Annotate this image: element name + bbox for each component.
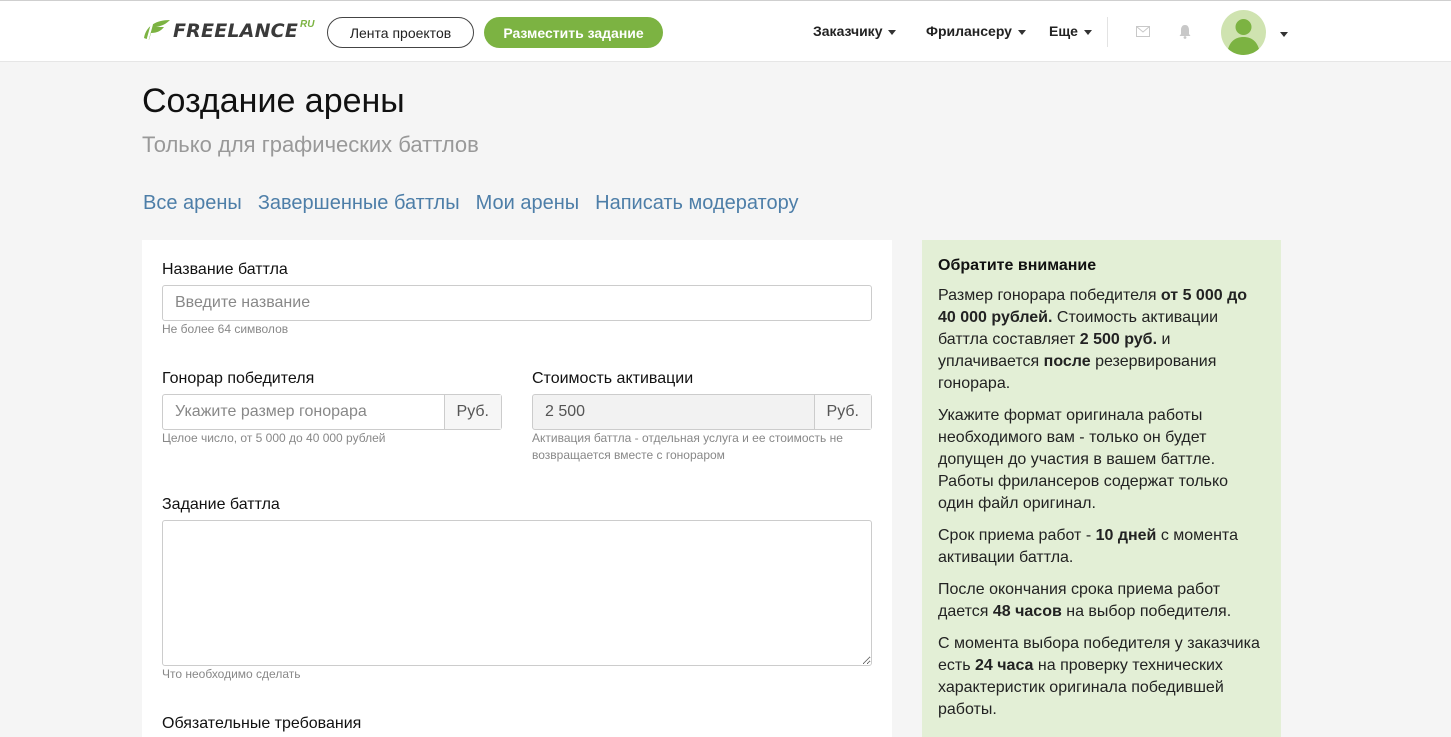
battle-task-textarea[interactable] (162, 520, 872, 666)
arena-tabs: Все арены Завершенные баттлы Мои арены Н… (143, 192, 815, 215)
winner-fee-hint: Целое число, от 5 000 до 40 000 рублей (162, 431, 386, 445)
notice-paragraph-deadline: Срок приема работ - 10 дней с момента ак… (938, 527, 1238, 566)
activation-cost-hint-2: возвращается вместе с гонораром (532, 448, 725, 462)
battle-name-field[interactable] (162, 285, 872, 321)
menu-freelancer[interactable]: Фрилансеру (926, 23, 1026, 39)
winner-fee-label: Гонорар победителя (162, 370, 315, 387)
page-title: Создание арены (142, 82, 405, 120)
bell-icon[interactable] (1178, 24, 1192, 39)
activation-cost-field: Руб. (532, 394, 872, 430)
notice-paragraph-check: С момента выбора победителя у заказчика … (938, 635, 1260, 718)
battle-name-hint: Не более 64 символов (162, 322, 289, 336)
chevron-down-icon (1083, 29, 1092, 35)
chevron-down-icon (888, 29, 897, 35)
tab-finished-battles[interactable]: Завершенные баттлы (258, 192, 460, 215)
notice-paragraph-fee: Размер гонорара победителя от 5 000 до 4… (938, 287, 1247, 392)
menu-freelancer-label: Фрилансеру (926, 23, 1012, 39)
battle-task-hint: Что необходимо сделать (162, 667, 301, 681)
top-header: FREELANCE RU Лента проектов Разместить з… (0, 0, 1451, 62)
battle-task-label: Задание баттла (162, 496, 280, 513)
menu-customer[interactable]: Заказчику (813, 23, 897, 39)
post-task-button[interactable]: Разместить задание (484, 17, 663, 48)
project-feed-button[interactable]: Лента проектов (327, 17, 474, 48)
requirements-label: Обязательные требования (162, 715, 362, 732)
page-subtitle: Только для графических баттлов (142, 132, 479, 157)
logo-text: FREELANCE (173, 20, 299, 42)
winner-fee-input[interactable] (163, 395, 444, 429)
battle-name-input[interactable] (163, 286, 871, 320)
activation-cost-hint-1: Активация баттла - отдельная услуга и ее… (532, 431, 843, 445)
logo-ru: RU (300, 18, 315, 30)
notice-paragraph-format: Укажите формат оригинала работы необходи… (938, 407, 1229, 512)
tab-my-arenas[interactable]: Мои арены (476, 192, 580, 215)
tab-write-moderator[interactable]: Написать модератору (595, 192, 798, 215)
avatar-chevron-down-icon[interactable] (1280, 32, 1288, 37)
menu-customer-label: Заказчику (813, 23, 883, 39)
activation-cost-input (533, 395, 814, 429)
fee-currency-addon: Руб. (443, 395, 501, 429)
mail-icon[interactable] (1136, 26, 1150, 37)
notice-panel: Обратите внимание Размер гонорара победи… (922, 240, 1281, 737)
winner-fee-field[interactable]: Руб. (162, 394, 502, 430)
logo-leaf-icon (144, 20, 170, 43)
menu-more[interactable]: Еще (1049, 23, 1092, 39)
battle-form: Название баттла Не более 64 символов Гон… (142, 240, 892, 737)
tab-all-arenas[interactable]: Все арены (143, 192, 242, 215)
user-avatar[interactable] (1221, 10, 1266, 55)
notice-paragraph-selection: После окончания срока приема работ даетс… (938, 581, 1232, 620)
user-silhouette-icon (1227, 19, 1260, 55)
freelance-logo[interactable]: FREELANCE RU (142, 17, 314, 45)
header-divider (1107, 17, 1108, 47)
battle-name-label: Название баттла (162, 261, 288, 278)
activation-cost-label: Стоимость активации (532, 370, 694, 387)
notice-title: Обратите внимание (938, 257, 1097, 274)
chevron-down-icon (1017, 29, 1026, 35)
activation-currency-addon: Руб. (813, 395, 871, 429)
menu-more-label: Еще (1049, 23, 1078, 39)
